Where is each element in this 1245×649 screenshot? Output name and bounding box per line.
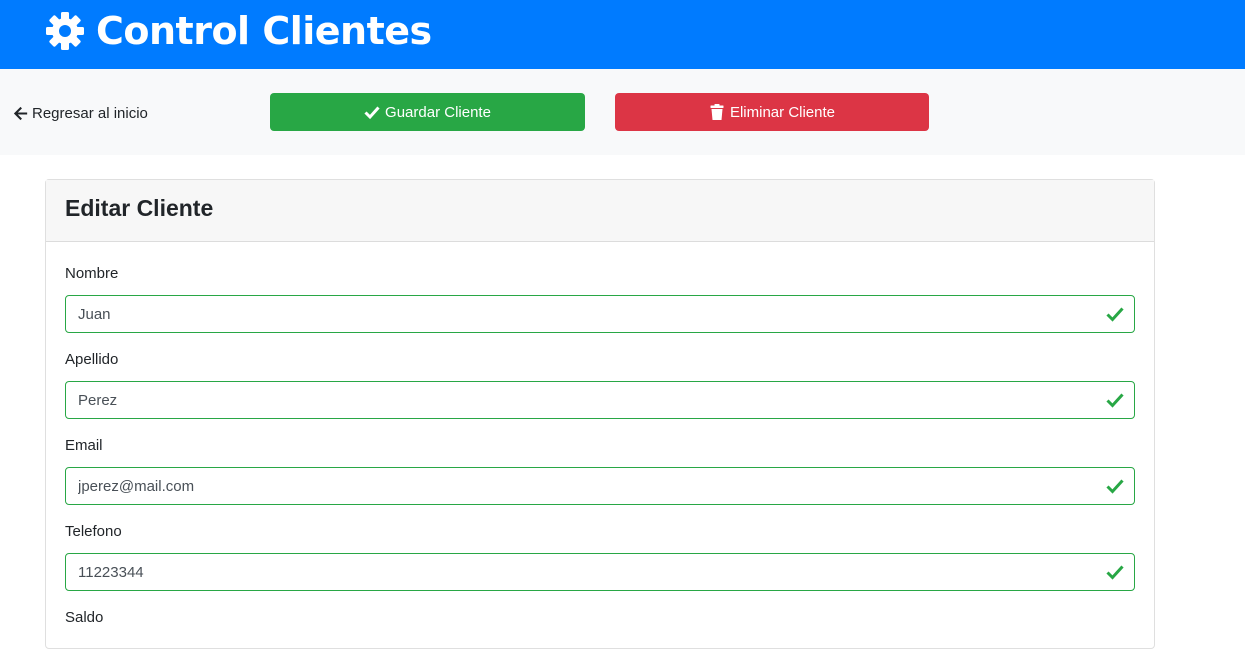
card-title: Editar Cliente bbox=[65, 195, 214, 221]
back-to-home-link[interactable]: Regresar al inicio bbox=[13, 102, 148, 124]
save-client-button[interactable]: Guardar Cliente bbox=[270, 93, 585, 131]
form-group-apellido: Apellido bbox=[65, 350, 1136, 419]
back-link-label: Regresar al inicio bbox=[32, 104, 148, 122]
valid-check-icon bbox=[1106, 565, 1124, 580]
form-group-saldo: Saldo bbox=[65, 608, 1136, 628]
field-label-apellido: Apellido bbox=[65, 351, 119, 368]
telefono-input[interactable] bbox=[66, 554, 1066, 590]
apellido-input[interactable] bbox=[66, 382, 1066, 418]
delete-button-label: Eliminar Cliente bbox=[729, 103, 836, 121]
input-wrapper-apellido bbox=[65, 381, 1135, 419]
form-group-nombre: Nombre bbox=[65, 264, 1136, 333]
valid-check-icon bbox=[1106, 393, 1124, 408]
valid-check-icon bbox=[1106, 307, 1124, 322]
page-title: Control Clientes bbox=[96, 9, 432, 53]
input-wrapper-telefono bbox=[65, 553, 1135, 591]
field-label-email: Email bbox=[65, 437, 103, 454]
action-toolbar: Regresar al inicio Guardar Cliente Elimi… bbox=[0, 69, 1245, 155]
card-header: Editar Cliente bbox=[46, 180, 1154, 242]
email-input[interactable] bbox=[66, 468, 1066, 504]
gear-icon bbox=[46, 12, 84, 50]
app-header: Control Clientes bbox=[0, 0, 1245, 69]
delete-client-button[interactable]: Eliminar Cliente bbox=[615, 93, 929, 131]
edit-client-card: Editar Cliente Nombre Apellido Email bbox=[45, 179, 1155, 649]
form-group-telefono: Telefono bbox=[65, 522, 1136, 591]
save-button-label: Guardar Cliente bbox=[385, 103, 491, 121]
field-label-saldo: Saldo bbox=[65, 609, 104, 626]
input-wrapper-email bbox=[65, 467, 1135, 505]
arrow-left-icon bbox=[13, 106, 28, 120]
trash-icon bbox=[710, 104, 724, 120]
valid-check-icon bbox=[1106, 479, 1124, 494]
field-label-telefono: Telefono bbox=[65, 523, 122, 540]
nombre-input[interactable] bbox=[66, 296, 1066, 332]
form-group-email: Email bbox=[65, 436, 1136, 505]
check-icon bbox=[364, 106, 380, 120]
field-label-nombre: Nombre bbox=[65, 265, 119, 282]
input-wrapper-nombre bbox=[65, 295, 1135, 333]
